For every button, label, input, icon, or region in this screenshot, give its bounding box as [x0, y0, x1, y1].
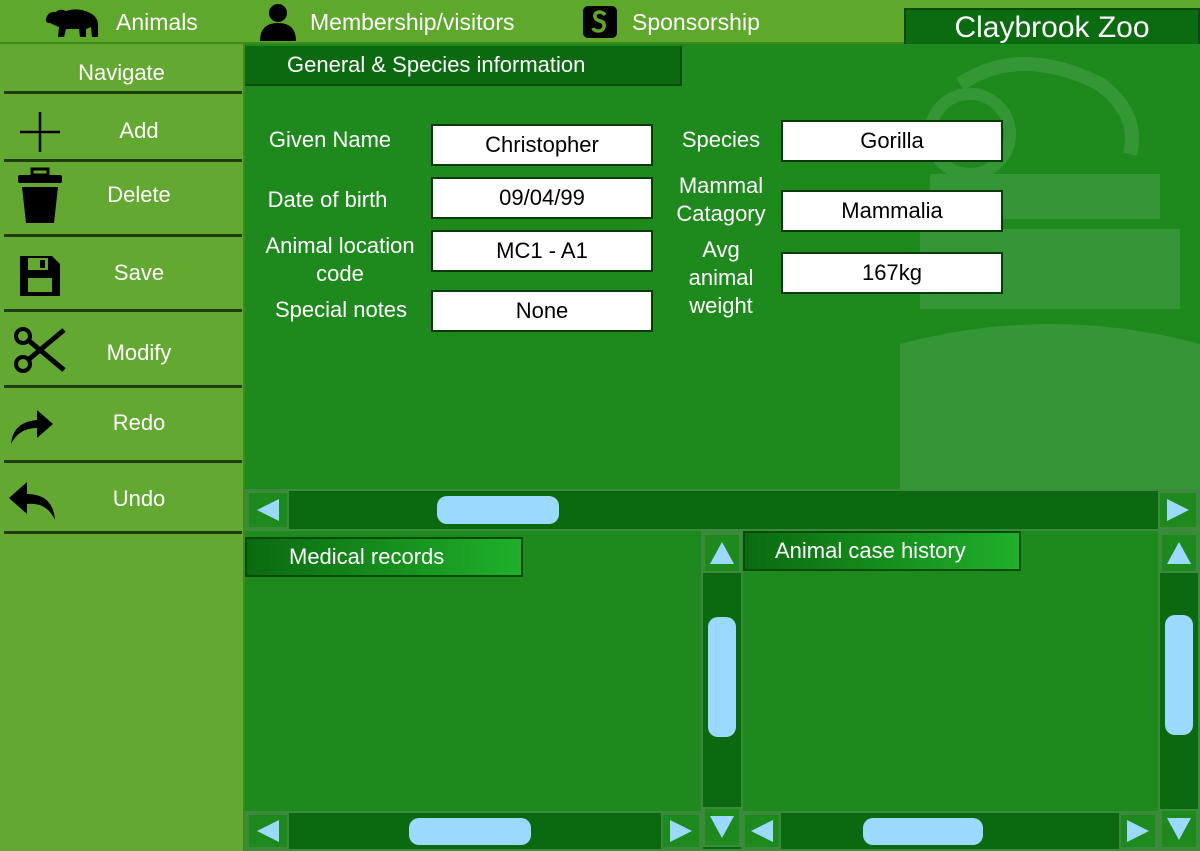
- scroll-thumb[interactable]: [409, 818, 531, 845]
- tab-general-species[interactable]: General & Species information: [245, 46, 682, 86]
- mammal-category-field[interactable]: Mammalia: [781, 190, 1003, 232]
- case-history-vertical-scrollbar[interactable]: [1158, 531, 1200, 851]
- notes-label: Special notes: [274, 297, 408, 322]
- bear-icon: [42, 5, 102, 39]
- avg-weight-field[interactable]: 167kg: [781, 252, 1003, 294]
- redo-arrow-icon: [6, 404, 58, 448]
- tab-sponsorship-label: Sponsorship: [632, 8, 760, 35]
- arrow-right-icon: [1167, 499, 1189, 521]
- medical-records-panel: Medical records: [245, 531, 703, 811]
- person-icon: [260, 3, 296, 41]
- sidebar-item-label: Redo: [112, 410, 166, 435]
- sidebar-item-label: Modify: [106, 340, 172, 365]
- arrow-up-icon: [1167, 542, 1191, 564]
- arrow-left-icon: [257, 820, 279, 842]
- location-label: Animal location code: [265, 233, 415, 286]
- sidebar-item-label: Delete: [107, 182, 171, 207]
- scroll-right-button[interactable]: [661, 813, 701, 849]
- scroll-left-button[interactable]: [247, 813, 289, 849]
- arrow-right-icon: [670, 820, 692, 842]
- sidebar-item-redo[interactable]: Redo: [4, 390, 242, 460]
- scroll-thumb[interactable]: [437, 496, 559, 524]
- arrow-up-icon: [710, 542, 734, 564]
- given-name-label: Given Name: [268, 127, 392, 152]
- medical-vertical-scrollbar[interactable]: [701, 531, 743, 851]
- top-navigation-bar: Animals Membership/visitors Sponsorship …: [0, 0, 1200, 48]
- divider: [4, 159, 242, 162]
- medical-horizontal-scrollbar[interactable]: [245, 811, 703, 851]
- scroll-thumb[interactable]: [708, 617, 736, 737]
- undo-arrow-icon: [6, 478, 58, 522]
- sponsor-icon: [582, 5, 618, 39]
- tab-membership-label: Membership/visitors: [310, 8, 515, 35]
- sidebar-item-save[interactable]: Save: [4, 240, 242, 310]
- scroll-thumb[interactable]: [1165, 615, 1193, 735]
- sidebar-item-label: Save: [113, 260, 165, 285]
- brand-title: Claybrook Zoo: [904, 8, 1200, 48]
- scroll-right-button[interactable]: [1158, 491, 1198, 529]
- arrow-right-icon: [1127, 820, 1149, 842]
- sidebar-item-label: Add: [119, 118, 159, 143]
- divider: [4, 531, 242, 534]
- scroll-up-button[interactable]: [703, 533, 741, 573]
- dob-label: Date of birth: [267, 187, 388, 212]
- divider: [4, 309, 242, 312]
- tab-animal-case-history[interactable]: Animal case history: [743, 531, 1021, 571]
- sidebar: Navigate Add Delete Save Modify Redo Und…: [0, 44, 245, 851]
- sidebar-item-undo[interactable]: Undo: [4, 464, 242, 534]
- general-horizontal-scrollbar[interactable]: [245, 489, 1200, 531]
- sidebar-item-delete[interactable]: Delete: [4, 164, 242, 234]
- arrow-left-icon: [751, 820, 773, 842]
- mammal-category-label: Mammal Catagory: [676, 173, 766, 226]
- plus-icon: [14, 110, 66, 154]
- location-field[interactable]: MC1 - A1: [431, 230, 653, 272]
- divider: [4, 91, 242, 94]
- scroll-left-button[interactable]: [743, 813, 781, 849]
- trash-icon: [14, 166, 66, 226]
- arrow-left-icon: [257, 499, 279, 521]
- sidebar-item-label: Undo: [112, 486, 166, 511]
- sidebar-item-add[interactable]: Add: [4, 96, 242, 166]
- tab-animals[interactable]: Animals: [42, 0, 198, 44]
- case-history-panel: Animal case history: [743, 531, 1159, 811]
- floppy-disk-icon: [14, 254, 66, 298]
- tab-medical-records[interactable]: Medical records: [245, 537, 523, 577]
- divider: [4, 234, 242, 237]
- tab-membership[interactable]: Membership/visitors: [260, 0, 515, 44]
- scroll-left-button[interactable]: [247, 491, 289, 529]
- tab-sponsorship[interactable]: Sponsorship: [582, 0, 760, 44]
- case-history-horizontal-scrollbar[interactable]: [741, 811, 1159, 851]
- arrow-down-icon: [1167, 818, 1191, 840]
- scroll-down-button[interactable]: [703, 807, 741, 847]
- general-info-panel: General & Species information Given Name…: [245, 44, 1200, 489]
- tab-animals-label: Animals: [116, 8, 198, 35]
- scissors-icon: [14, 324, 66, 376]
- divider: [4, 460, 242, 463]
- sidebar-item-modify[interactable]: Modify: [4, 314, 242, 384]
- species-label: Species: [681, 127, 761, 152]
- dob-field[interactable]: 09/04/99: [431, 177, 653, 219]
- scroll-up-button[interactable]: [1160, 533, 1198, 573]
- given-name-field[interactable]: Christopher: [431, 124, 653, 166]
- avg-weight-label: Avg animal weight: [688, 237, 754, 318]
- scroll-right-button[interactable]: [1119, 813, 1157, 849]
- scroll-thumb[interactable]: [863, 818, 983, 845]
- sidebar-title: Navigate: [78, 60, 165, 85]
- scroll-down-button[interactable]: [1160, 809, 1198, 849]
- arrow-down-icon: [710, 816, 734, 838]
- divider: [4, 385, 242, 388]
- notes-field[interactable]: None: [431, 290, 653, 332]
- species-field[interactable]: Gorilla: [781, 120, 1003, 162]
